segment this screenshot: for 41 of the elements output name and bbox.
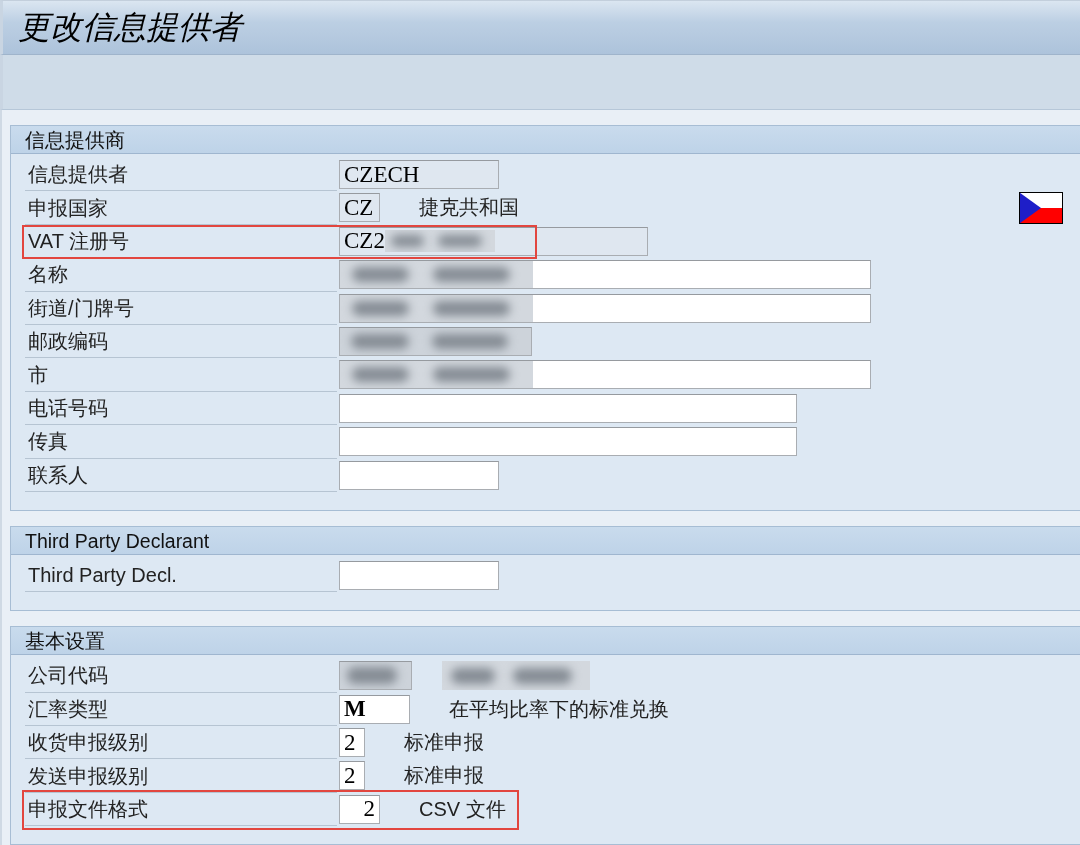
input-field[interactable]	[339, 460, 499, 490]
field-description: CSV 文件	[419, 796, 506, 822]
field-label: 邮政编码	[28, 329, 108, 355]
input-field[interactable]	[339, 360, 871, 390]
field-label: 申报国家	[28, 195, 108, 221]
input-field[interactable]	[339, 260, 871, 290]
section-title: 基本设置	[25, 629, 105, 655]
input-field[interactable]	[339, 427, 797, 457]
field-label: Third Party Decl.	[28, 563, 177, 589]
input-field[interactable]	[339, 661, 412, 691]
input-field[interactable]	[339, 393, 797, 423]
section-title: 信息提供商	[25, 128, 125, 153]
field-description: 在平均比率下的标准兑换	[449, 696, 669, 722]
field-description: 标准申报	[404, 763, 484, 789]
field-label: 名称	[28, 262, 68, 288]
input-field[interactable]: CZ	[339, 193, 380, 223]
input-field[interactable]: 2	[339, 761, 365, 791]
input-field[interactable]	[339, 326, 532, 356]
field-label: 市	[28, 362, 48, 388]
input-field[interactable]: 2	[339, 728, 365, 758]
section-title: Third Party Declarant	[25, 528, 210, 554]
field-label: 汇率类型	[28, 696, 108, 722]
field-description: 捷克共和国	[419, 195, 519, 221]
field-label: 电话号码	[28, 395, 108, 421]
field-label: VAT 注册号	[28, 228, 130, 254]
field-label: 公司代码	[28, 663, 108, 689]
field-label: 申报文件格式	[28, 797, 148, 823]
input-field[interactable]: CZ2	[339, 226, 648, 256]
field-label: 街道/门牌号	[28, 295, 134, 321]
field-description: 标准申报	[404, 730, 484, 756]
input-field[interactable]: 2	[339, 794, 380, 824]
input-field[interactable]	[339, 560, 499, 590]
field-label: 传真	[28, 429, 68, 455]
flag-icon	[1019, 192, 1063, 225]
input-field[interactable]: M	[339, 694, 410, 724]
field-label: 收货申报级别	[28, 730, 148, 756]
field-label: 联系人	[28, 462, 88, 488]
input-field[interactable]: CZECH	[339, 160, 499, 189]
field-label: 发送申报级别	[28, 763, 148, 789]
field-label: 信息提供者	[28, 162, 128, 188]
input-field[interactable]	[339, 293, 871, 323]
